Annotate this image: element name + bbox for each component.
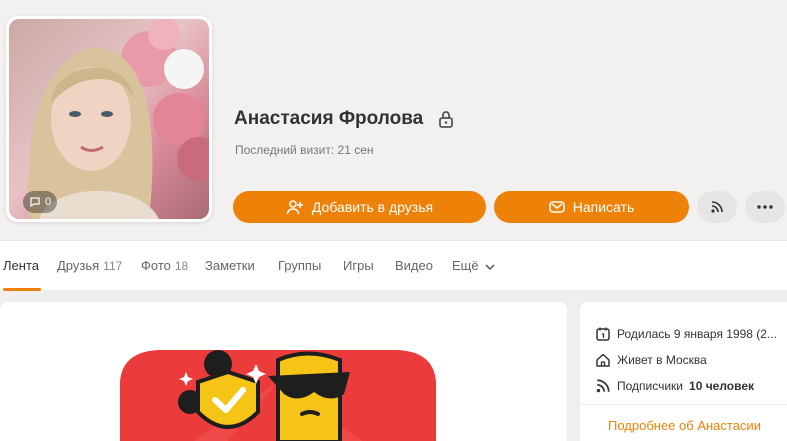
- subscribers-row[interactable]: Подписчики 10 человек: [595, 378, 785, 394]
- add-friend-icon: [286, 199, 304, 215]
- tab-count: 117: [103, 259, 123, 273]
- city-text: Живет в Москва: [617, 353, 707, 367]
- tab-label: Игры: [343, 258, 374, 273]
- tab-count: 18: [174, 259, 189, 273]
- tab-label: Фото: [141, 258, 171, 273]
- tab-games[interactable]: Игры: [343, 258, 374, 273]
- subscribe-button[interactable]: [697, 191, 737, 223]
- rss-icon: [710, 200, 724, 214]
- about-divider: [580, 404, 787, 405]
- subscribers-value: 10 человек: [689, 379, 755, 393]
- comment-icon: [29, 196, 41, 208]
- photo-comments-badge[interactable]: 0: [23, 191, 58, 213]
- lock-icon: [435, 108, 457, 130]
- avatar-card[interactable]: 0: [6, 16, 212, 222]
- tab-label: Видео: [395, 258, 433, 273]
- add-friend-button[interactable]: Добавить в друзья: [233, 191, 486, 223]
- more-icon: [757, 205, 773, 209]
- write-label: Написать: [572, 199, 635, 215]
- city-row: Живет в Москва: [595, 352, 785, 368]
- tab-label: Друзья: [57, 258, 100, 273]
- rss-icon: [595, 378, 611, 394]
- photo-comments-count: 0: [45, 196, 52, 208]
- tab-label: Лента: [3, 258, 39, 273]
- subscribers-label: Подписчики: [617, 379, 684, 393]
- add-friend-label: Добавить в друзья: [311, 199, 434, 215]
- write-button[interactable]: Написать: [494, 191, 689, 223]
- tab-groups[interactable]: Группы: [278, 258, 321, 273]
- more-about-link[interactable]: Подробнее об Анастасии: [608, 418, 761, 433]
- birthday-row: Родилась 9 января 1998 (2...: [595, 326, 785, 342]
- calendar-icon: [595, 326, 611, 342]
- avatar-photo[interactable]: 0: [9, 19, 209, 219]
- tab-friends[interactable]: Друзья 117: [57, 258, 122, 273]
- tab-photos[interactable]: Фото 18: [141, 258, 188, 273]
- tab-label: Ещё: [452, 258, 479, 273]
- last-visit: Последний визит: 21 сен: [235, 143, 374, 157]
- active-tab-indicator: [3, 288, 41, 291]
- tab-label: Группы: [278, 258, 322, 273]
- profile-name: Анастасия Фролова: [234, 108, 424, 129]
- tab-more[interactable]: Ещё: [452, 258, 495, 274]
- tab-feed[interactable]: Лента: [3, 258, 39, 273]
- security-promo-illustration: [118, 342, 438, 441]
- home-icon: [595, 352, 611, 368]
- tab-label: Заметки: [205, 258, 255, 273]
- chevron-down-icon: [485, 259, 495, 274]
- birthday-text: Родилась 9 января 1998 (2...: [617, 327, 777, 341]
- tab-video[interactable]: Видео: [395, 258, 433, 273]
- mail-icon: [549, 200, 565, 214]
- profile-nav: Лента Друзья 117 Фото 18 Заметки Группы Иг…: [0, 240, 787, 291]
- feed-card: [0, 302, 567, 441]
- about-card: Родилась 9 января 1998 (2... Живет в Мос…: [580, 302, 787, 441]
- tab-notes[interactable]: Заметки: [205, 258, 255, 273]
- more-actions-button[interactable]: [745, 191, 785, 223]
